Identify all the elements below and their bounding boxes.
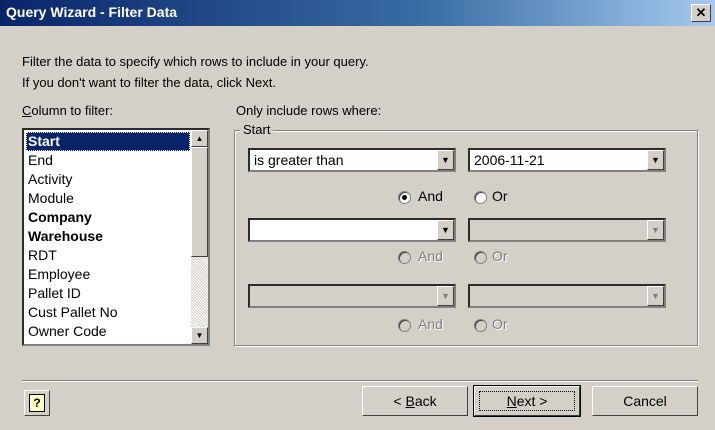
or-label-2: Or xyxy=(492,248,508,264)
list-item[interactable]: End xyxy=(26,151,190,170)
title-bar[interactable]: Query Wizard - Filter Data ✕ xyxy=(0,0,715,26)
or-radio-2 xyxy=(474,251,487,264)
or-label-3: Or xyxy=(492,316,508,332)
column-list: Start End Activity Module Company Warehouse RD… xyxy=(26,132,190,341)
query-wizard-dialog: Query Wizard - Filter Data ✕ Filter the … xyxy=(0,0,715,430)
chevron-down-icon: ▼ xyxy=(647,220,664,240)
scroll-up-icon[interactable]: ▲ xyxy=(191,130,208,147)
chevron-down-icon[interactable]: ▼ xyxy=(437,220,454,240)
and-label-1: And xyxy=(418,188,443,204)
list-item[interactable]: Cust Pallet No xyxy=(26,303,190,322)
or-label-1: Or xyxy=(492,188,508,204)
and-radio-3 xyxy=(398,319,411,332)
footer-separator xyxy=(22,380,698,382)
column-listbox[interactable]: Start End Activity Module Company Warehouse RD… xyxy=(22,128,210,346)
list-item[interactable]: RDT xyxy=(26,246,190,265)
back-button[interactable]: < Back xyxy=(362,386,468,416)
instruction-line-2: If you don't want to filter the data, cl… xyxy=(22,75,276,90)
list-item[interactable]: Warehouse xyxy=(26,227,190,246)
value-1: 2006-11-21 xyxy=(474,152,545,168)
list-scrollbar[interactable]: ▲ ▼ xyxy=(191,130,208,344)
list-item[interactable]: Module xyxy=(26,189,190,208)
help-icon: ? xyxy=(29,394,45,412)
close-icon[interactable]: ✕ xyxy=(691,4,711,22)
list-item[interactable]: Employee xyxy=(26,265,190,284)
or-radio-3 xyxy=(474,319,487,332)
value-combo-1[interactable]: 2006-11-21 ▼ xyxy=(468,148,666,172)
and-radio-1[interactable] xyxy=(398,191,411,204)
list-item[interactable]: Company xyxy=(26,208,190,227)
cancel-button[interactable]: Cancel xyxy=(592,386,698,416)
value-combo-3: ▼ xyxy=(468,284,666,308)
only-include-rows-label: Only include rows where: xyxy=(236,103,382,118)
operator-combo-3: ▼ xyxy=(248,284,456,308)
list-item[interactable]: Owner Code xyxy=(26,322,190,341)
scroll-down-icon[interactable]: ▼ xyxy=(191,327,208,344)
criteria-group-title: Start xyxy=(240,122,274,137)
operator-combo-1[interactable]: is greater than ▼ xyxy=(248,148,456,172)
and-radio-2 xyxy=(398,251,411,264)
column-to-filter-label: Column to filter: xyxy=(22,103,114,118)
and-label-3: And xyxy=(418,316,443,332)
help-button[interactable]: ? xyxy=(24,390,50,416)
or-radio-1[interactable] xyxy=(474,191,487,204)
chevron-down-icon[interactable]: ▼ xyxy=(647,150,664,170)
chevron-down-icon: ▼ xyxy=(437,286,454,306)
chevron-down-icon[interactable]: ▼ xyxy=(437,150,454,170)
window-title: Query Wizard - Filter Data xyxy=(6,4,178,20)
list-item[interactable]: Pallet ID xyxy=(26,284,190,303)
operator-combo-2[interactable]: ▼ xyxy=(248,218,456,242)
instruction-line-1: Filter the data to specify which rows to… xyxy=(22,54,369,69)
value-combo-2: ▼ xyxy=(468,218,666,242)
list-item[interactable]: Activity xyxy=(26,170,190,189)
chevron-down-icon: ▼ xyxy=(647,286,664,306)
next-button[interactable]: Next > xyxy=(473,385,581,417)
and-label-2: And xyxy=(418,248,443,264)
scroll-thumb[interactable] xyxy=(191,147,208,257)
operator-value-1: is greater than xyxy=(254,152,344,168)
list-item[interactable]: Start xyxy=(26,132,190,151)
